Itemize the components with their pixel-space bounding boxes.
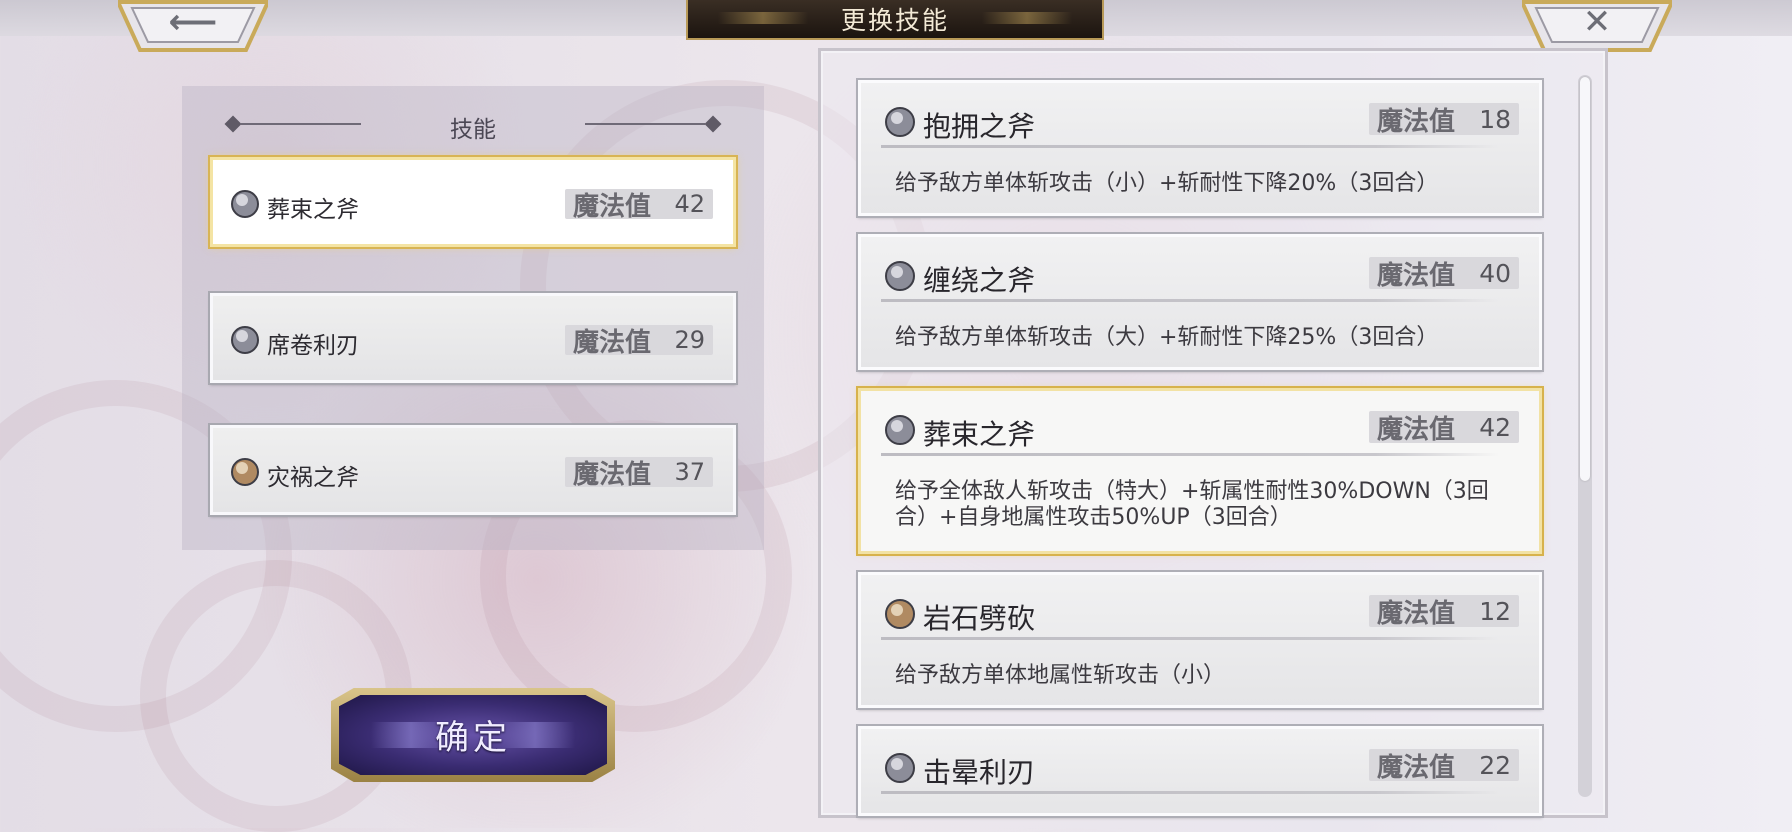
mp-value: 22 [1479, 750, 1511, 780]
section-heading: 技能 [450, 117, 496, 143]
mp-label: 魔法值 [1377, 598, 1456, 629]
skill-orb-icon [231, 190, 259, 218]
back-arrow-icon: ⟵ [168, 2, 218, 42]
mp-label: 魔法值 [573, 327, 652, 358]
mp-value: 40 [1479, 258, 1511, 288]
page-title: 更换技能 [840, 6, 949, 35]
section-header: 技能 [224, 108, 722, 143]
mp-cost: 魔法值 22 [1369, 749, 1519, 783]
skill-name: 葬束之斧 [267, 197, 359, 223]
mp-value: 37 [674, 458, 705, 486]
skill-card[interactable]: 岩石劈砍 魔法值 12 给予敌方单体地属性斩攻击（小） [858, 572, 1542, 708]
skill-name: 席卷利刃 [267, 333, 359, 359]
mp-label: 魔法值 [1377, 414, 1456, 445]
skill-description: 给予全体敌人斩攻击（特大）+斩属性耐性30%DOWN（3回合）+自身地属性攻击5… [895, 479, 1489, 530]
mp-cost: 魔法值 37 [565, 457, 713, 490]
skill-name: 缠绕之斧 [923, 264, 1036, 297]
mp-cost: 魔法值 42 [565, 189, 713, 222]
mp-value: 29 [674, 326, 705, 354]
skill-card[interactable]: 缠绕之斧 魔法值 40 给予敌方单体斩攻击（大）+斩耐性下降25%（3回合） [858, 234, 1542, 370]
mp-cost: 魔法值 42 [1369, 411, 1519, 445]
title-ornament-left [718, 12, 808, 24]
mp-label: 魔法值 [573, 459, 652, 490]
equipped-skill-slot[interactable]: 葬束之斧 魔法值 42 [210, 157, 736, 247]
skill-description: 给予敌方单体斩攻击（大）+斩耐性下降25%（3回合） [895, 325, 1439, 350]
skill-orb-icon [885, 753, 915, 783]
skill-name: 抱拥之斧 [923, 110, 1036, 143]
skill-name: 击晕利刃 [923, 756, 1036, 789]
skill-name: 葬束之斧 [923, 418, 1036, 451]
divider [881, 637, 1499, 640]
skill-orb-icon [231, 326, 259, 354]
skill-card[interactable]: 抱拥之斧 魔法值 18 给予敌方单体斩攻击（小）+斩耐性下降20%（3回合） [858, 80, 1542, 216]
skill-name: 岩石劈砍 [923, 602, 1036, 635]
confirm-button[interactable]: 确定 [331, 688, 615, 782]
mp-cost: 魔法值 18 [1369, 103, 1519, 137]
mp-label: 魔法值 [1377, 260, 1456, 291]
mp-label: 魔法值 [1377, 106, 1456, 137]
skill-orb-icon [885, 599, 915, 629]
equipped-skill-slot[interactable]: 席卷利刃 魔法值 29 [210, 293, 736, 383]
close-icon: ✕ [1582, 2, 1612, 42]
close-button[interactable]: ✕ [1522, 0, 1672, 52]
mp-value: 18 [1479, 104, 1511, 134]
mp-label: 魔法值 [573, 191, 652, 222]
skill-card[interactable]: 葬束之斧 魔法值 42 给予全体敌人斩攻击（特大）+斩属性耐性30%DOWN（3… [858, 388, 1542, 554]
title-plate: 更换技能 [686, 0, 1104, 40]
back-button[interactable]: ⟵ [118, 0, 268, 52]
skill-description: 给予敌方单体斩攻击（小）+斩耐性下降20%（3回合） [895, 171, 1439, 196]
skill-orb-icon [885, 415, 915, 445]
skill-orb-icon [231, 458, 259, 486]
mp-cost: 魔法值 29 [565, 325, 713, 358]
divider [881, 791, 1499, 794]
equipped-skill-slot[interactable]: 灾祸之斧 魔法值 37 [210, 425, 736, 515]
confirm-label: 确定 [435, 718, 511, 758]
mp-value: 12 [1479, 596, 1511, 626]
mp-label: 魔法值 [1377, 752, 1456, 783]
divider [881, 453, 1499, 456]
mp-value: 42 [1479, 412, 1511, 442]
divider [881, 299, 1499, 302]
title-ornament-right [982, 12, 1072, 24]
mp-cost: 魔法值 12 [1369, 595, 1519, 629]
skill-description: 给予敌方单体地属性斩攻击（小） [895, 663, 1226, 688]
divider [881, 145, 1499, 148]
scrollbar-thumb[interactable] [1580, 77, 1590, 481]
skill-orb-icon [885, 107, 915, 137]
skill-orb-icon [885, 261, 915, 291]
skill-name: 灾祸之斧 [267, 465, 359, 491]
mp-value: 42 [674, 190, 705, 218]
mp-cost: 魔法值 40 [1369, 257, 1519, 291]
skill-card[interactable]: 击晕利刃 魔法值 22 [858, 726, 1542, 816]
